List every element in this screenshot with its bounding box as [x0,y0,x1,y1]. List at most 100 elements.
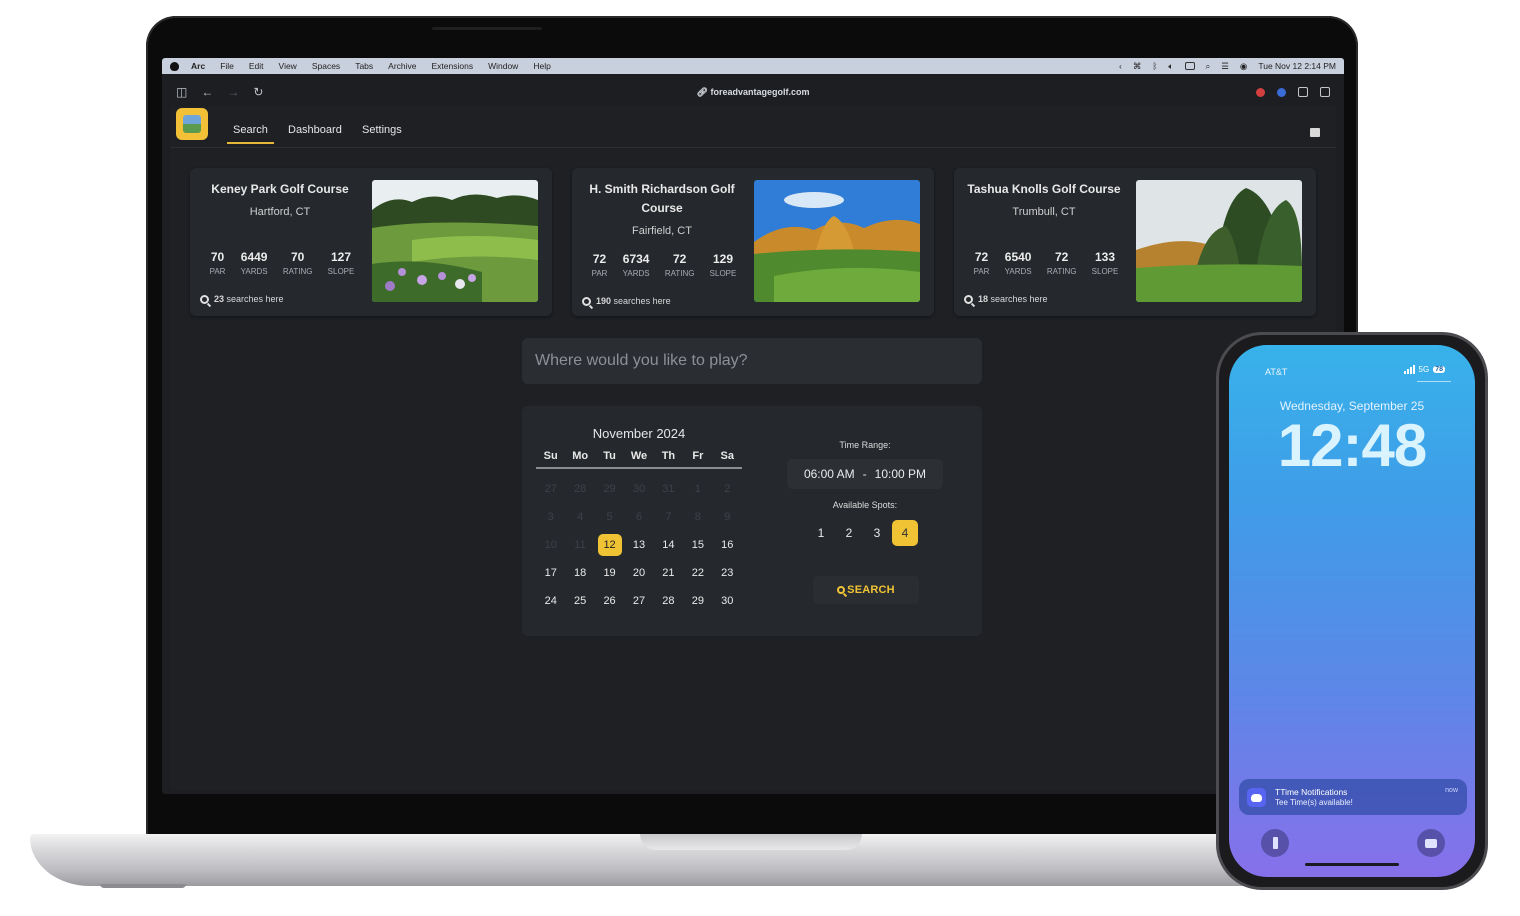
calendar-day[interactable]: 20 [624,562,653,584]
spot-option-1[interactable]: 1 [808,520,834,546]
bluetooth-icon[interactable]: ᛒ [1152,61,1157,71]
available-spots-label: Available Spots: [832,500,898,510]
calendar-day[interactable]: 17 [536,562,565,584]
network-label: 5G [1418,365,1430,374]
search-count-value: 23 [214,294,225,304]
tab-settings[interactable]: Settings [362,124,402,136]
menu-view[interactable]: View [279,61,297,71]
menu-spaces[interactable]: Spaces [312,61,340,71]
discord-icon [1247,788,1266,807]
calendar-day[interactable]: 14 [654,534,683,556]
search-icon [200,294,209,304]
home-indicator[interactable] [1305,863,1399,866]
weekday-label: Fr [692,450,704,462]
menu-file[interactable]: File [220,61,234,71]
rating-value: 72 [1054,250,1069,264]
calendar-day-selected[interactable]: 12 [597,534,622,556]
tab-dashboard[interactable]: Dashboard [288,124,342,136]
app-logo[interactable] [176,108,208,140]
calendar-day[interactable]: 18 [565,562,594,584]
calendar-day[interactable]: 22 [683,562,712,584]
spotlight-search-icon[interactable]: ⌕ [1206,61,1211,72]
course-search-box[interactable] [522,338,982,384]
app-nav: Search Dashboard Settings [170,106,1336,148]
volume-icon[interactable]: 🔈︎ [1168,61,1173,72]
time-range-picker[interactable]: 06:00 AM - 10:00 PM [787,459,943,489]
phone: AT&T 5G 78 Wednesday, September 25 12:48… [1216,332,1488,890]
course-name: Tashua Knolls Golf Course [967,182,1121,196]
calendar-day[interactable]: 13 [624,534,653,556]
menu-arc[interactable]: Arc [191,61,205,71]
menu-window[interactable]: Window [488,61,518,71]
weekday-label: Mo [572,450,589,462]
spot-option-4[interactable]: 4 [892,520,918,546]
rating-label: RATING [1046,267,1077,276]
menubar-status-area: ‹ ⌘ ᛒ 🔈︎ ⌕ ☰ ◉ Tue Nov 12 2:14 PM [1119,61,1336,72]
ublock-extension-icon[interactable] [1256,87,1265,97]
slope-label: SLOPE [327,267,355,276]
menu-extensions[interactable]: Extensions [432,61,474,71]
course-photo [1136,180,1302,302]
calendar-day[interactable]: 30 [713,590,742,612]
address-bar[interactable]: 🔗︎ foreadvantagegolf.com [162,87,1344,98]
search-button[interactable]: SEARCH [813,576,919,604]
course-search-input[interactable] [535,352,969,370]
course-card-tashua-knolls[interactable]: Tashua Knolls Golf Course Trumbull, CT 7… [954,168,1316,316]
carrier-label: AT&T [1265,367,1288,377]
stage: Arc File Edit View Spaces Tabs Archive E… [0,0,1520,916]
calendar-day[interactable]: 25 [565,590,594,612]
split-view-icon[interactable] [1320,87,1330,97]
reader-icon[interactable] [1298,87,1308,97]
search-count-value: 18 [978,294,989,304]
signal-icon [1403,365,1415,374]
chevron-left-icon[interactable]: ‹ [1119,61,1122,71]
calendar-day[interactable]: 16 [713,534,742,556]
tab-search[interactable]: Search [227,124,274,144]
calendar-day: 4 [577,511,584,523]
menu-help[interactable]: Help [533,61,550,71]
control-center-icon[interactable]: ☰ [1221,61,1229,72]
calendar-day[interactable]: 27 [624,590,653,612]
calendar-day[interactable]: 28 [654,590,683,612]
notification-banner[interactable]: TTime Notifications Tee Time(s) availabl… [1239,779,1467,815]
calendar-day[interactable]: 26 [595,590,624,612]
spots-selector: 1 2 3 4 [808,520,918,546]
calendar-day[interactable]: 15 [683,534,712,556]
menu-tabs[interactable]: Tabs [355,61,373,71]
course-card-h-smith-richardson[interactable]: H. Smith Richardson Golf Course Fairfiel… [572,168,934,316]
siri-icon[interactable]: ◉ [1240,61,1247,72]
flashlight-icon [1272,837,1278,849]
menubar-clock[interactable]: Tue Nov 12 2:14 PM [1258,61,1336,71]
rating-label: RATING [664,269,695,278]
calendar-day[interactable]: 19 [595,562,624,584]
spot-option-3[interactable]: 3 [864,520,890,546]
menu-edit[interactable]: Edit [249,61,264,71]
battery-icon[interactable] [1184,62,1195,70]
time-range-end[interactable]: 10:00 PM [875,467,926,481]
calendar-day[interactable]: 21 [654,562,683,584]
vpn-extension-icon[interactable] [1277,87,1286,97]
extension-icon[interactable]: ⌘ [1133,61,1142,72]
course-name: H. Smith Richardson Golf Course [589,182,735,215]
time-range-start[interactable]: 06:00 AM [804,467,855,481]
calendar-day: 5 [606,511,613,523]
calendar-day[interactable]: 29 [683,590,712,612]
par-value: 72 [592,252,607,266]
search-count-suffix: searches here [226,294,284,304]
spot-option-2[interactable]: 2 [836,520,862,546]
calendar-day[interactable]: 24 [536,590,565,612]
course-card-keney-park[interactable]: Keney Park Golf Course Hartford, CT 70 PA… [190,168,552,316]
course-city: Hartford, CT [249,206,311,218]
calendar-day: 10 [544,539,557,551]
course-city: Trumbull, CT [1012,206,1076,218]
apple-icon[interactable] [170,61,179,71]
calendar-day[interactable]: 23 [713,562,742,584]
slope-value: 133 [1095,250,1116,264]
weekday-label: Su [543,450,558,462]
golf-logo-icon [183,115,201,133]
camera-button[interactable] [1417,829,1445,857]
menu-archive[interactable]: Archive [388,61,416,71]
battery-level: 78 [1433,366,1445,373]
logout-icon[interactable] [1310,128,1320,137]
flashlight-button[interactable] [1261,829,1289,857]
